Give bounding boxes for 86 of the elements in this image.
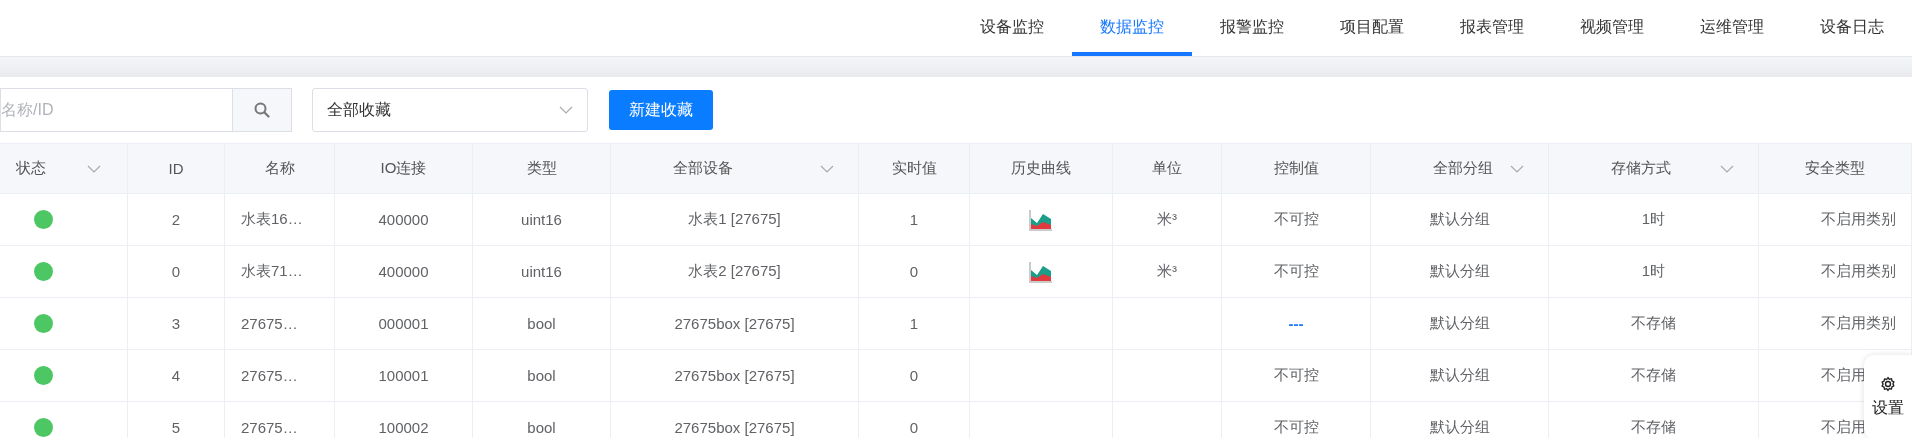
table-cell: 000001 [378, 315, 429, 332]
favorites-dropdown[interactable]: 全部收藏 [312, 88, 588, 132]
caret-icon [820, 164, 834, 173]
table-cell: 1 [909, 211, 919, 228]
column-header: 历史曲线 [1011, 159, 1071, 178]
nav-tab[interactable]: 设备日志 [1792, 0, 1912, 56]
column-header[interactable]: 状态 [16, 159, 46, 178]
table-cell: 不启用类别 [1821, 262, 1896, 281]
nav-tab[interactable]: 运维管理 [1672, 0, 1792, 56]
table-cell: bool [527, 367, 556, 384]
table-cell: 不启用 [1821, 418, 1866, 437]
column-header: IO连接 [380, 159, 427, 178]
table-cell: 水表16… [241, 210, 303, 229]
column-header: ID [168, 160, 184, 177]
table-cell: 不可控 [1273, 262, 1319, 281]
table-cell: 27675box [27675] [674, 419, 795, 436]
table-cell: 不存储 [1631, 314, 1676, 333]
nav-tab[interactable]: 报警监控 [1192, 0, 1312, 56]
table-cell: 1 [909, 315, 919, 332]
table-cell: 默认分组 [1429, 418, 1490, 437]
table-cell: 默认分组 [1429, 314, 1490, 333]
column-header: 实时值 [891, 159, 937, 178]
settings-icon [1880, 375, 1896, 392]
table-cell: 1时 [1641, 210, 1666, 229]
table-cell: uint16 [521, 263, 562, 280]
table-cell: 不可控 [1273, 418, 1319, 437]
settings-button[interactable]: 设置 [1864, 355, 1912, 438]
search-button[interactable] [232, 88, 292, 132]
table-cell: 不启用类别 [1821, 314, 1896, 333]
column-header[interactable]: 存储方式 [1611, 159, 1671, 178]
table-cell: 默认分组 [1429, 366, 1490, 385]
table-cell: uint16 [521, 211, 562, 228]
table-cell: 1时 [1641, 262, 1666, 281]
table-cell: 不启用类别 [1821, 210, 1896, 229]
table-cell: 0 [909, 419, 919, 436]
nav-tab[interactable]: 报表管理 [1432, 0, 1552, 56]
table-cell: 默认分组 [1429, 210, 1490, 229]
column-header: 名称 [264, 159, 295, 178]
caret-icon [559, 106, 573, 114]
column-header[interactable]: 全部分组 [1433, 159, 1493, 178]
nav-tab[interactable]: 项目配置 [1312, 0, 1432, 56]
table-cell: 0 [909, 263, 919, 280]
search-icon [254, 102, 270, 118]
table-cell: 27675box [27675] [674, 315, 795, 332]
table-cell: 不可控 [1273, 210, 1319, 229]
nav-tab[interactable]: 设备监控 [952, 0, 1072, 56]
column-header[interactable]: 全部设备 [673, 159, 733, 178]
area-chart-icon[interactable] [1029, 260, 1053, 283]
column-header: 单位 [1152, 159, 1182, 178]
table-cell: 100002 [378, 419, 429, 436]
table-cell: 100001 [378, 367, 429, 384]
table-cell: 米³ [1157, 210, 1177, 229]
table-cell: 不存储 [1631, 418, 1676, 437]
table-cell: 400000 [378, 263, 429, 280]
table-cell: 400000 [378, 211, 429, 228]
search-field[interactable]: 名称/ID [0, 88, 232, 132]
table-cell: 5 [171, 419, 181, 436]
table-cell: 0 [909, 367, 919, 384]
table-cell: 4 [171, 367, 181, 384]
caret-icon [87, 164, 101, 173]
table-cell: 不可控 [1273, 366, 1319, 385]
table-cell: bool [527, 419, 556, 436]
control-link[interactable]: --- [1288, 315, 1304, 332]
table-cell: 3 [171, 315, 181, 332]
new-favorite-button[interactable]: 新建收藏 [609, 90, 713, 130]
table-cell: 27675box [27675] [674, 367, 795, 384]
nav-tab[interactable]: 视频管理 [1552, 0, 1672, 56]
table-cell: 不启用 [1821, 366, 1866, 385]
table-cell: 27675… [241, 367, 298, 384]
table-cell: 27675… [241, 315, 298, 332]
table-cell: 水表2 [27675] [688, 262, 781, 281]
column-header: 控制值 [1273, 159, 1319, 178]
table-cell: 米³ [1157, 262, 1177, 281]
table-cell: 0 [171, 263, 181, 280]
column-header: 类型 [526, 159, 557, 178]
area-chart-icon[interactable] [1029, 208, 1053, 231]
table-cell: 默认分组 [1429, 262, 1490, 281]
table-cell: 2 [171, 211, 181, 228]
column-header: 安全类型 [1805, 159, 1865, 178]
table-cell: bool [527, 315, 556, 332]
caret-icon [1720, 164, 1734, 173]
table-cell: 27675… [241, 419, 298, 436]
table-cell: 水表1 [27675] [688, 210, 781, 229]
table-cell: 水表71… [241, 262, 303, 281]
caret-icon [1510, 164, 1524, 173]
table-cell: 不存储 [1631, 366, 1676, 385]
